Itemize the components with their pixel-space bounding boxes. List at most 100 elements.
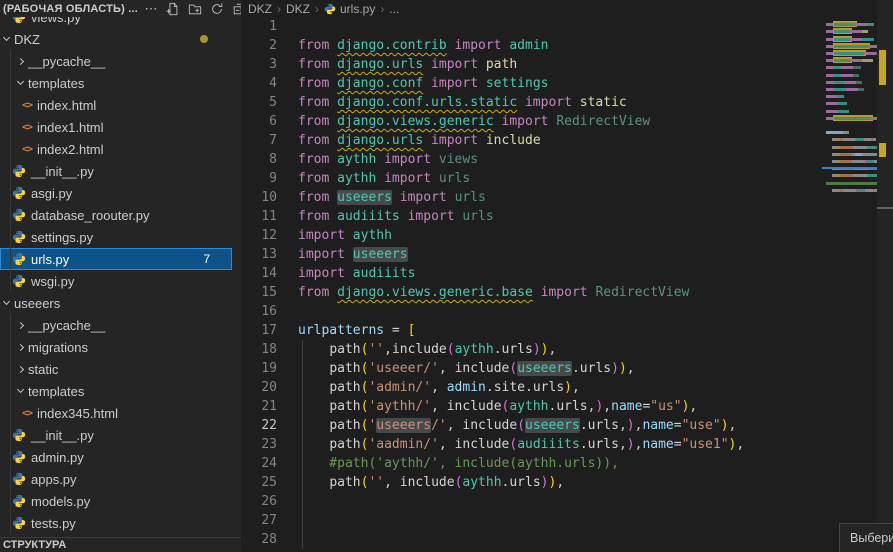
code-line-22[interactable]: path('useeers/', include(useeers.urls,),… xyxy=(298,416,838,435)
line-number[interactable]: 20 xyxy=(241,378,296,397)
tree-item-index-html[interactable]: <>index.html xyxy=(0,94,232,116)
code-line-17[interactable]: urlpatterns = [ xyxy=(298,321,838,340)
line-number[interactable]: 15 xyxy=(241,283,296,302)
tree-item-index2-html[interactable]: <>index2.html xyxy=(0,138,232,160)
tree-item--pycache-[interactable]: __pycache__ xyxy=(0,314,232,336)
code-line-26[interactable] xyxy=(298,492,838,511)
line-number[interactable]: 26 xyxy=(241,492,296,511)
line-number[interactable]: 4 xyxy=(241,74,296,93)
line-number[interactable]: 19 xyxy=(241,359,296,378)
tree-item-database-roouter-py[interactable]: database_roouter.py xyxy=(0,204,232,226)
code-line-6[interactable]: from django.views.generic import Redirec… xyxy=(298,112,838,131)
line-number[interactable]: 13 xyxy=(241,245,296,264)
code-line-11[interactable]: from audiiits import urls xyxy=(298,207,838,226)
line-number[interactable]: 3 xyxy=(241,55,296,74)
code-line-15[interactable]: from django.views.generic.base import Re… xyxy=(298,283,838,302)
tree-item-static[interactable]: static xyxy=(0,358,232,380)
line-number[interactable]: 12 xyxy=(241,226,296,245)
code-line-8[interactable]: from aythh import views xyxy=(298,150,838,169)
code-line-19[interactable]: path('useeer/', include(useeers.urls)), xyxy=(298,359,838,378)
line-number[interactable]: 8 xyxy=(241,150,296,169)
code-line-10[interactable]: from useeers import urls xyxy=(298,188,838,207)
code-line-24[interactable]: #path('aythh/', include(aythh.urls)), xyxy=(298,454,838,473)
line-number[interactable]: 21 xyxy=(241,397,296,416)
code-line-14[interactable]: import audiiits xyxy=(298,264,838,283)
line-number[interactable]: 17 xyxy=(241,321,296,340)
new-folder-icon[interactable] xyxy=(186,1,204,17)
breadcrumb-item[interactable]: DKZ xyxy=(286,2,310,16)
line-number[interactable]: 27 xyxy=(241,511,296,530)
tree-item--init-py[interactable]: __init__.py xyxy=(0,424,232,446)
tree-item-admin-py[interactable]: admin.py xyxy=(0,446,232,468)
line-number[interactable]: 5 xyxy=(241,93,296,112)
code-line-2[interactable]: from django.contrib import admin xyxy=(298,36,838,55)
code-line-4[interactable]: from django.conf import settings xyxy=(298,74,838,93)
code-token: import xyxy=(533,285,596,300)
line-number[interactable]: 16 xyxy=(241,302,296,321)
line-number[interactable]: 2 xyxy=(241,36,296,55)
tree-item--init-py[interactable]: __init__.py xyxy=(0,160,232,182)
code-line-12[interactable]: import aythh xyxy=(298,226,838,245)
tree-item-label: asgi.py xyxy=(31,186,72,201)
more-actions-icon[interactable]: ⋯ xyxy=(142,1,160,17)
code-line-27[interactable] xyxy=(298,511,838,530)
collapse-all-icon[interactable] xyxy=(230,1,241,17)
line-number[interactable]: 11 xyxy=(241,207,296,226)
breadcrumb-item-file[interactable]: urls.py xyxy=(340,2,375,16)
code-token: django.views.generic.base xyxy=(337,285,533,300)
line-number[interactable]: 25 xyxy=(241,473,296,492)
tree-item-useeers[interactable]: useeers xyxy=(0,292,232,314)
code-line-28[interactable] xyxy=(298,530,838,549)
line-number[interactable]: 9 xyxy=(241,169,296,188)
tree-item-dkz[interactable]: DKZ xyxy=(0,28,232,50)
line-number[interactable]: 24 xyxy=(241,454,296,473)
minimap-line-segment xyxy=(840,153,852,156)
line-number[interactable]: 6 xyxy=(241,112,296,131)
code-token: import xyxy=(298,247,353,262)
code-token: = xyxy=(674,437,682,452)
tree-item-models-py[interactable]: models.py xyxy=(0,490,232,512)
tree-item-index1-html[interactable]: <>index1.html xyxy=(0,116,232,138)
code-token: useeers xyxy=(376,418,431,433)
line-number[interactable]: 22 xyxy=(241,416,296,435)
tree-item-templates[interactable]: templates xyxy=(0,72,232,94)
line-number[interactable]: 23 xyxy=(241,435,296,454)
code-line-3[interactable]: from django.urls import path xyxy=(298,55,838,74)
refresh-icon[interactable] xyxy=(208,1,226,17)
tree-item-settings-py[interactable]: settings.py xyxy=(0,226,232,248)
outline-section-header[interactable]: СТРУКТУРА xyxy=(0,537,241,552)
code-line-13[interactable]: import useeers xyxy=(298,245,838,264)
line-number[interactable]: 10 xyxy=(241,188,296,207)
line-number[interactable]: 18 xyxy=(241,340,296,359)
code-line-7[interactable]: from django.urls import include xyxy=(298,131,838,150)
tree-item-index345-html[interactable]: <>index345.html xyxy=(0,402,232,424)
tree-item-asgi-py[interactable]: asgi.py xyxy=(0,182,232,204)
tree-item--pycache-[interactable]: __pycache__ xyxy=(0,50,232,72)
line-number[interactable]: 28 xyxy=(241,530,296,549)
new-file-icon[interactable] xyxy=(164,1,182,17)
code-line-21[interactable]: path('aythh/', include(aythh.urls,),name… xyxy=(298,397,838,416)
line-number[interactable]: 1 xyxy=(241,17,296,36)
breadcrumb-item-symbol[interactable]: ... xyxy=(389,2,399,16)
tree-item-migrations[interactable]: migrations xyxy=(0,336,232,358)
code-line-18[interactable]: path('',include(aythh.urls)), xyxy=(298,340,838,359)
tree-item-apps-py[interactable]: apps.py xyxy=(0,468,232,490)
code-line-16[interactable] xyxy=(298,302,838,321)
code-line-9[interactable]: from aythh import urls xyxy=(298,169,838,188)
code-line-20[interactable]: path('admin/', admin.site.urls), xyxy=(298,378,838,397)
breadcrumb-item[interactable]: DKZ xyxy=(248,2,272,16)
code-line-23[interactable]: path('aadmin/', include(audiiits.urls,),… xyxy=(298,435,838,454)
tree-item-wsgi-py[interactable]: wsgi.py xyxy=(0,270,232,292)
minimap-line-segment xyxy=(867,160,875,163)
tree-item-templates[interactable]: templates xyxy=(0,380,232,402)
code-line-25[interactable]: path('', include(aythh.urls)), xyxy=(298,473,838,492)
code-line-1[interactable] xyxy=(298,17,838,36)
line-number[interactable]: 14 xyxy=(241,264,296,283)
line-number[interactable]: 7 xyxy=(241,131,296,150)
code-line-5[interactable]: from django.conf.urls.static import stat… xyxy=(298,93,838,112)
code-token: path xyxy=(329,418,360,433)
tree-item-urls-py[interactable]: urls.py7 xyxy=(0,248,232,270)
scrollbar-overview-ruler[interactable] xyxy=(877,0,893,552)
tree-item-tests-py[interactable]: tests.py xyxy=(0,512,232,534)
minimap[interactable] xyxy=(822,15,877,215)
